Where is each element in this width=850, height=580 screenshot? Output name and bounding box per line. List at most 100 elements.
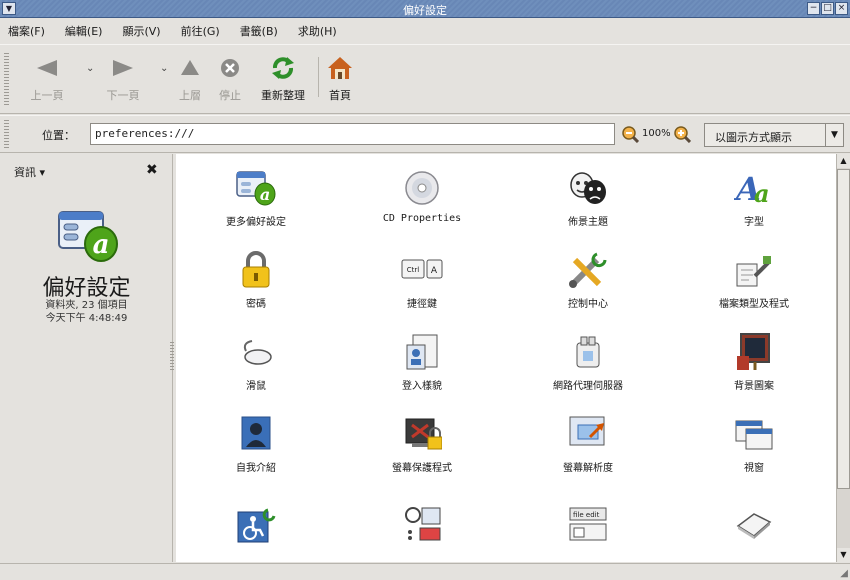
- pref-item-about-me[interactable]: 自我介紹: [176, 414, 336, 474]
- menu-file[interactable]: 檔案(F): [8, 23, 45, 39]
- pref-item-login-screen[interactable]: 登入樣貌: [342, 332, 502, 392]
- zoom-out-button[interactable]: [621, 125, 640, 146]
- back-button[interactable]: 上一頁: [22, 53, 72, 103]
- pref-item-control-center[interactable]: 控制中心: [508, 250, 668, 310]
- vertical-scrollbar[interactable]: ▲ ▼: [836, 154, 850, 562]
- menu-go[interactable]: 前往(G): [181, 23, 220, 39]
- padlock-icon: [242, 251, 270, 288]
- forward-arrow-icon: [113, 60, 133, 76]
- pref-item-background[interactable]: 背景圖案: [674, 332, 834, 392]
- preferences-folder-icon: a: [55, 206, 121, 267]
- svg-text:file edit: file edit: [573, 511, 600, 519]
- reload-icon: [272, 57, 294, 79]
- scroll-up-icon[interactable]: ▲: [837, 154, 850, 168]
- pref-item-cd-properties[interactable]: CD Properties: [342, 168, 502, 224]
- zoom-in-button[interactable]: [673, 125, 692, 146]
- scroll-down-icon[interactable]: ▼: [837, 548, 850, 562]
- pref-item-label: 佈景主題: [568, 217, 608, 228]
- windows-icon: [735, 420, 773, 450]
- pref-item-label: 字型: [744, 217, 764, 228]
- pref-item-fonts[interactable]: Aa 字型: [674, 168, 834, 228]
- side-pane-select[interactable]: 資訊 ▾: [14, 164, 45, 180]
- pref-item-label: 檔案類型及程式: [719, 299, 789, 310]
- back-history-dropdown[interactable]: ⌄: [86, 63, 94, 74]
- pref-item-file-types[interactable]: 檔案類型及程式: [674, 250, 834, 310]
- reload-button[interactable]: 重新整理: [252, 53, 314, 103]
- mouse-icon: [243, 340, 272, 365]
- forward-history-dropdown[interactable]: ⌄: [160, 63, 168, 74]
- side-pane-title: 偏好設定: [42, 276, 131, 301]
- pref-item-label: 螢幕保護程式: [392, 463, 452, 474]
- side-pane-close-icon[interactable]: ✖: [146, 162, 158, 178]
- home-button[interactable]: 首頁: [322, 53, 358, 103]
- pref-item-label: CD Properties: [382, 213, 462, 224]
- forward-label: 下一頁: [106, 89, 140, 102]
- menu-bookmarks[interactable]: 書籤(B): [240, 23, 278, 39]
- pref-item-windows[interactable]: 視窗: [674, 414, 834, 474]
- pref-item-more-preferences[interactable]: a 更多偏好設定: [176, 168, 336, 228]
- about-me-icon: [241, 416, 271, 450]
- back-label: 上一頁: [30, 89, 64, 102]
- more-preferences-icon: a: [236, 171, 276, 206]
- background-icon: [737, 333, 770, 370]
- pref-item-mouse[interactable]: 滑鼠: [176, 332, 336, 392]
- minimize-button[interactable]: −: [807, 2, 820, 15]
- pref-item-accessibility[interactable]: [176, 504, 336, 549]
- pref-item-label: 滑鼠: [246, 381, 266, 392]
- view-as-select[interactable]: 以圖示方式顯示 ▼: [704, 123, 844, 147]
- toolbar-grip[interactable]: [4, 53, 9, 105]
- pref-item-themes[interactable]: 佈景主題: [508, 168, 668, 228]
- pref-item-keyboard[interactable]: [674, 504, 834, 549]
- home-label: 首頁: [329, 89, 351, 102]
- zoom-out-icon: [622, 126, 640, 144]
- svg-text:Ctrl: Ctrl: [407, 266, 420, 274]
- maximize-button[interactable]: □: [821, 2, 834, 15]
- keyboard-key-icon: [736, 513, 772, 539]
- pref-item-search-tool[interactable]: [342, 504, 502, 549]
- screensaver-icon: [405, 418, 442, 450]
- location-input[interactable]: preferences:///: [90, 123, 615, 145]
- svg-text:A: A: [431, 266, 438, 276]
- screen-resolution-icon: [569, 416, 605, 446]
- menu-toolbar-icon: file edit: [569, 507, 607, 541]
- forward-button[interactable]: 下一頁: [98, 53, 148, 103]
- menu-help[interactable]: 求助(H): [298, 23, 337, 39]
- font-icon: Aa: [734, 170, 770, 206]
- location-grip[interactable]: [4, 120, 9, 148]
- menu-view[interactable]: 顯示(V): [122, 23, 160, 39]
- pref-item-label: 更多偏好設定: [226, 217, 286, 228]
- home-icon: [328, 57, 352, 79]
- pref-item-network-proxy[interactable]: 網路代理伺服器: [508, 332, 668, 392]
- window-title: 偏好設定: [403, 4, 447, 17]
- chevron-down-icon: ▼: [825, 124, 843, 146]
- network-proxy-icon: [576, 336, 600, 368]
- pref-item-shortcuts[interactable]: Ctrl A 捷徑鍵: [342, 250, 502, 310]
- up-button[interactable]: 上層: [172, 53, 208, 103]
- title-bar: ▼ 偏好設定 − □ ×: [0, 0, 850, 18]
- pref-item-label: 網路代理伺服器: [553, 381, 623, 392]
- location-bar: 位置： preferences:/// 100% 以圖示方式顯示 ▼: [0, 115, 850, 153]
- close-button[interactable]: ×: [835, 2, 848, 15]
- zoom-level[interactable]: 100%: [642, 128, 671, 139]
- back-arrow-icon: [37, 60, 57, 76]
- accessibility-icon: [237, 508, 276, 543]
- pref-item-label: 登入樣貌: [402, 381, 442, 392]
- menu-bar: 檔案(F) 編輯(E) 顯示(V) 前往(G) 書籤(B) 求助(H): [0, 19, 850, 43]
- svg-text:a: a: [754, 179, 770, 206]
- scrollbar-thumb[interactable]: [837, 169, 850, 489]
- pane-resize-handle[interactable]: [170, 342, 174, 370]
- pref-item-label: 密碼: [246, 299, 266, 310]
- icon-view: a 更多偏好設定 CD Properties 佈景主題 Aa 字型 密碼 Ctr…: [176, 154, 836, 562]
- menu-edit[interactable]: 編輯(E): [65, 23, 103, 39]
- stop-button[interactable]: 停止: [212, 53, 248, 103]
- pref-item-screensaver[interactable]: 螢幕保護程式: [342, 414, 502, 474]
- pref-item-screen-resolution[interactable]: 螢幕解析度: [508, 414, 668, 474]
- side-pane-info: 資料夾, 23 個項目 今天下午 4:48:49: [0, 299, 173, 325]
- stop-icon: [221, 59, 239, 77]
- pref-item-menus-toolbars[interactable]: file edit: [508, 504, 668, 549]
- zoom-in-icon: [674, 126, 692, 144]
- pref-item-label: 視窗: [744, 463, 764, 474]
- pref-item-label: 螢幕解析度: [563, 463, 613, 474]
- resize-grip-icon[interactable]: ◢: [840, 568, 848, 579]
- pref-item-password[interactable]: 密碼: [176, 250, 336, 310]
